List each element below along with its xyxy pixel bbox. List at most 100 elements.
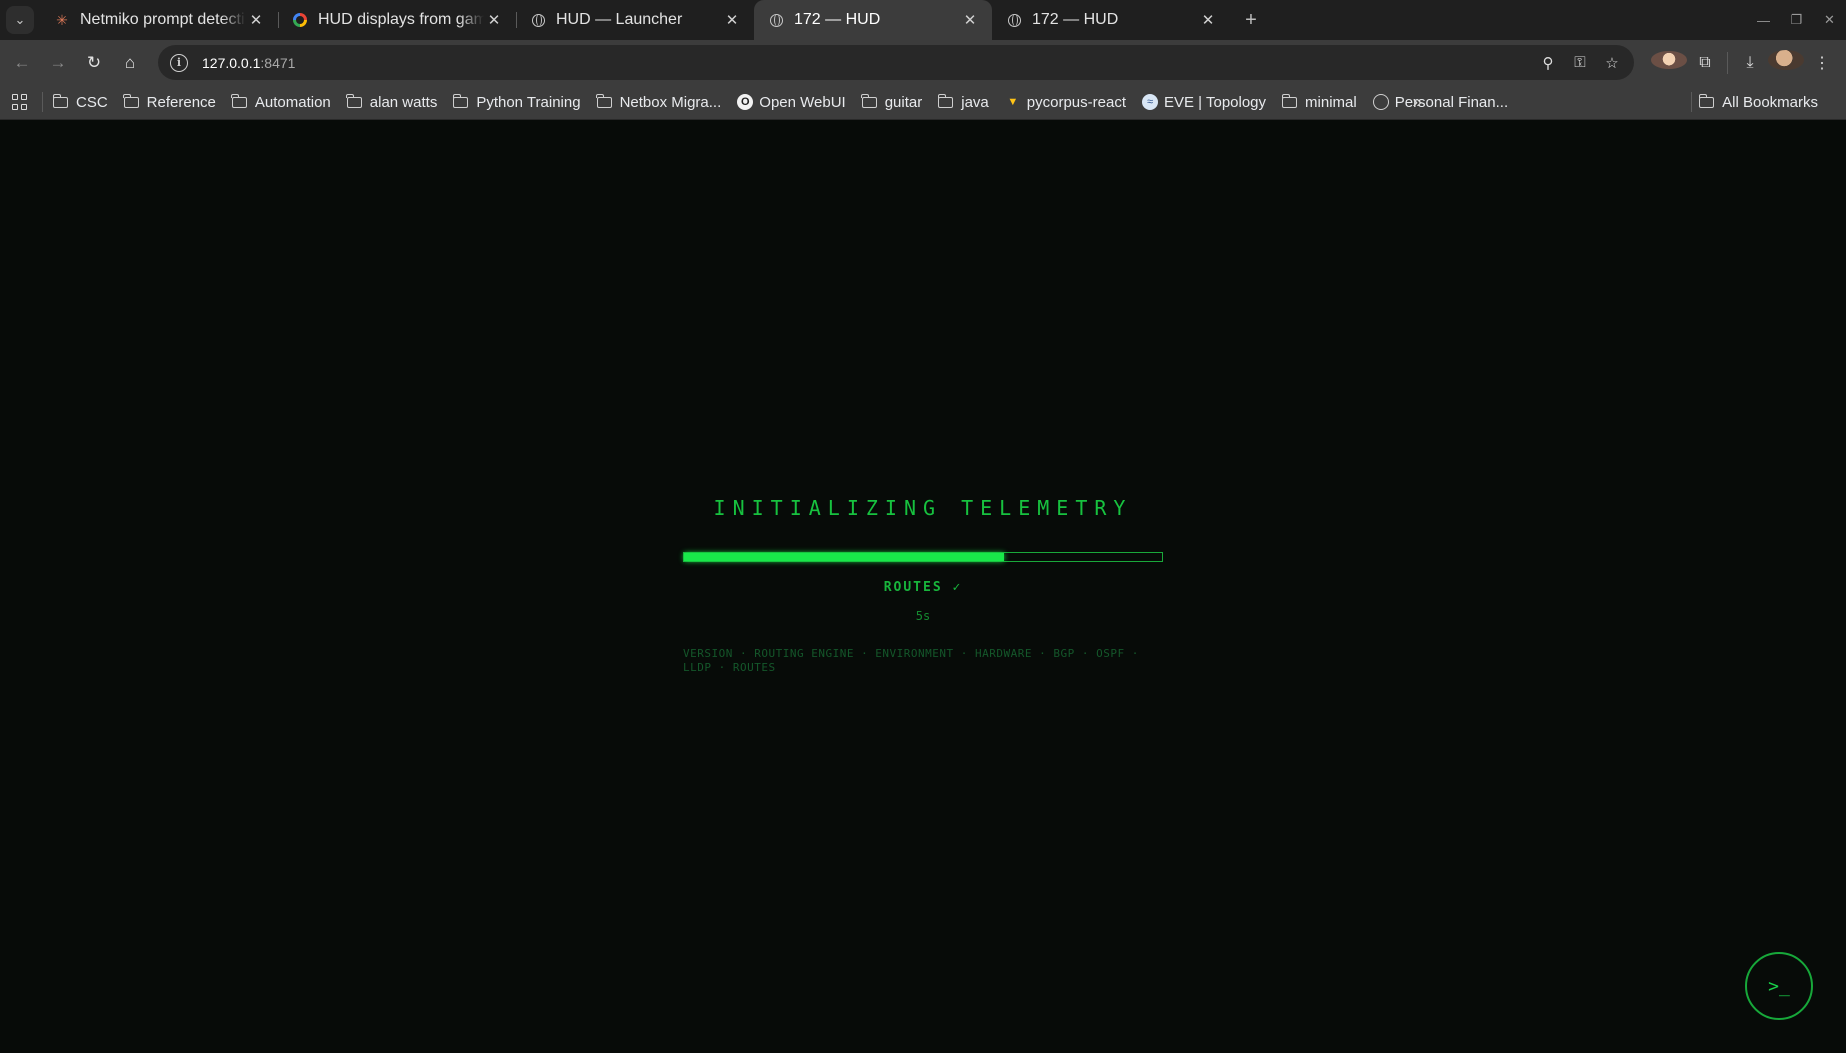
tab-172-hud-active[interactable]: 172 — HUD ✕ — [754, 0, 992, 40]
step-list: VERSION · ROUTING ENGINE · ENVIRONMENT ·… — [683, 647, 1163, 675]
close-icon[interactable]: ✕ — [722, 11, 742, 29]
bookmark-personal-finance[interactable]: Personal Finan... — [1372, 94, 1508, 111]
bookmark-label: Python Training — [476, 93, 581, 111]
bookmark-pycorpus-react[interactable]: ▼ pycorpus-react — [1005, 94, 1126, 111]
elapsed-time: 5s — [915, 609, 931, 623]
folder-icon — [123, 93, 139, 108]
globe-icon — [530, 12, 546, 28]
bookmark-csc[interactable]: CSC — [52, 93, 108, 111]
password-key-icon[interactable]: ⚿ — [1564, 54, 1596, 71]
folder-icon — [1281, 93, 1298, 108]
close-icon[interactable]: ✕ — [484, 11, 504, 29]
url-host: 127.0.0.1 — [202, 54, 261, 71]
tab-172-hud[interactable]: 172 — HUD ✕ — [992, 0, 1230, 40]
extension-avatar-icon[interactable] — [1651, 51, 1687, 74]
tab-hud-launcher[interactable]: HUD — Launcher ✕ — [516, 0, 754, 40]
site-info-icon[interactable]: i — [170, 53, 188, 72]
zoom-icon[interactable]: ⚲ — [1532, 54, 1564, 72]
downloads-icon[interactable]: ⤓ — [1732, 54, 1768, 72]
globe-icon — [1372, 94, 1389, 110]
bookmark-python-training[interactable]: Python Training — [452, 93, 581, 111]
profile-avatar[interactable] — [1768, 50, 1804, 75]
folder-icon — [452, 93, 469, 108]
bookmark-label: minimal — [1305, 93, 1357, 111]
all-bookmarks-button[interactable]: All Bookmarks — [1698, 93, 1818, 111]
tab-netmiko[interactable]: ✳ Netmiko prompt detecti ✕ — [40, 0, 278, 40]
folder-icon — [1698, 93, 1715, 108]
folder-icon — [346, 93, 362, 108]
bookmark-minimal[interactable]: minimal — [1281, 93, 1357, 111]
tab-title: 172 — HUD — [794, 11, 881, 28]
omnibox-actions: ⚲ ⚿ ☆ — [1532, 45, 1628, 80]
bookmark-label: Open WebUI — [759, 93, 846, 111]
more-bookmarks-chevron-icon[interactable]: » — [1413, 92, 1422, 112]
bookmark-eve-topology[interactable]: ≈ EVE | Topology — [1142, 94, 1266, 111]
folder-icon — [231, 93, 247, 108]
tab-hud-displays[interactable]: HUD displays from game ✕ — [278, 0, 516, 40]
bookmark-label: alan watts — [369, 93, 438, 111]
step-list-line: LLDP · ROUTES — [683, 661, 776, 674]
bookmark-label: CSC — [76, 93, 108, 111]
menu-kebab-icon[interactable]: ⋮ — [1804, 53, 1840, 73]
bookmark-java[interactable]: java — [937, 93, 989, 111]
back-button[interactable]: ← — [4, 53, 40, 73]
browser-toolbar: ← → ↻ ⌂ i 127.0.0.1:8471 ⚲ ⚿ ☆ ⧉ ⤓ ⋮ — [0, 40, 1846, 85]
bookmark-guitar[interactable]: guitar — [861, 93, 923, 111]
bookmark-label: Reference — [146, 93, 216, 111]
bookmark-reference[interactable]: Reference — [123, 93, 216, 111]
address-bar[interactable]: i 127.0.0.1:8471 ⚲ ⚿ ☆ — [158, 45, 1634, 80]
close-icon[interactable]: ✕ — [960, 11, 980, 29]
tab-title: 172 — HUD — [1032, 11, 1119, 28]
progress-bar — [683, 552, 1163, 562]
terminal-prompt-icon: >_ — [1768, 975, 1790, 997]
current-stage: ROUTES ✓ — [883, 580, 963, 595]
window-controls: — ❐ ✕ — [1747, 0, 1846, 40]
forward-button[interactable]: → — [40, 53, 76, 73]
new-tab-button[interactable]: + — [1236, 9, 1266, 32]
google-icon — [292, 12, 308, 28]
toolbar-right-actions: ⧉ ⤓ ⋮ — [1651, 40, 1840, 85]
bookmark-alan-watts[interactable]: alan watts — [346, 93, 438, 111]
tab-title: HUD — Launcher — [556, 11, 683, 28]
bookmark-automation[interactable]: Automation — [231, 93, 331, 111]
bookmark-label: guitar — [884, 93, 923, 111]
apps-grid-icon[interactable] — [12, 94, 28, 110]
chevron-down-icon: ⌄ — [14, 12, 26, 27]
bookmark-star-icon[interactable]: ☆ — [1596, 54, 1628, 72]
tab-title: HUD displays from game — [318, 11, 484, 28]
minimize-icon[interactable]: — — [1747, 13, 1780, 28]
url-port: :8471 — [260, 54, 296, 71]
url-text[interactable]: 127.0.0.1:8471 — [202, 55, 295, 71]
close-window-icon[interactable]: ✕ — [1813, 12, 1846, 28]
bookmark-label: Netbox Migra... — [619, 93, 722, 111]
bookmark-label: pycorpus-react — [1026, 93, 1126, 111]
folder-icon — [596, 93, 612, 108]
extensions-puzzle-icon[interactable]: ⧉ — [1687, 54, 1723, 72]
restore-icon[interactable]: ❐ — [1780, 12, 1813, 28]
all-bookmarks-label: All Bookmarks — [1722, 93, 1818, 111]
bookmark-netbox-migration[interactable]: Netbox Migra... — [596, 93, 722, 111]
tab-strip: ⌄ ✳ Netmiko prompt detecti ✕ HUD display… — [0, 0, 1846, 40]
reload-button[interactable]: ↻ — [76, 53, 112, 73]
loader-title: INITIALIZING TELEMETRY — [713, 496, 1133, 520]
folder-icon — [937, 93, 954, 108]
tab-search-button[interactable]: ⌄ — [6, 6, 34, 34]
globe-icon — [1006, 12, 1022, 28]
home-button[interactable]: ⌂ — [112, 53, 148, 73]
bookmarks-divider — [42, 92, 43, 112]
bookmark-label: java — [961, 93, 989, 111]
progress-bar-fill — [684, 553, 1005, 561]
vite-icon: ▼ — [1007, 96, 1019, 108]
eve-icon: ≈ — [1142, 94, 1158, 110]
toolbar-divider — [1727, 51, 1728, 74]
claude-icon: ✳ — [56, 11, 68, 28]
page-content: INITIALIZING TELEMETRY ROUTES ✓ 5s VERSI… — [0, 120, 1846, 1053]
terminal-button[interactable]: >_ — [1745, 952, 1813, 1020]
bookmark-open-webui[interactable]: O Open WebUI — [737, 93, 846, 111]
tab-title: Netmiko prompt detecti — [80, 11, 245, 28]
close-icon[interactable]: ✕ — [246, 11, 266, 29]
openwebui-icon: O — [737, 94, 754, 110]
close-icon[interactable]: ✕ — [1198, 11, 1218, 29]
globe-icon — [768, 12, 784, 28]
telemetry-loader: INITIALIZING TELEMETRY ROUTES ✓ 5s VERSI… — [683, 496, 1163, 675]
